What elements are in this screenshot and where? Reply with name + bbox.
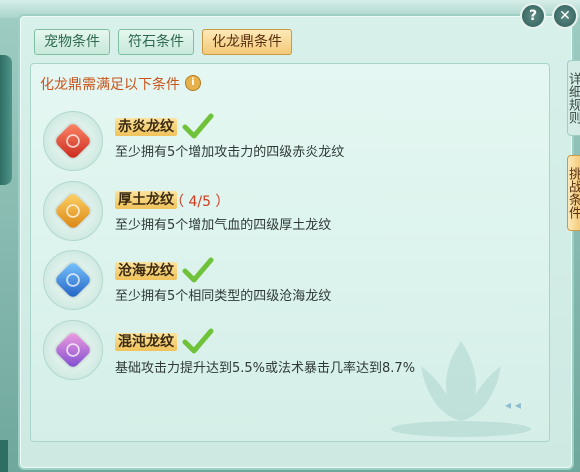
tab-rune-conditions[interactable]: 符石条件 xyxy=(118,29,194,55)
condition-title: 混沌龙纹 xyxy=(115,333,177,351)
condition-description: 至少拥有5个增加攻击力的四级赤炎龙纹 xyxy=(115,145,345,160)
info-icon[interactable]: i xyxy=(185,75,201,91)
side-tab-challenge-conditions[interactable]: 挑战条件 xyxy=(566,155,580,231)
tab-pet-conditions[interactable]: 宠物条件 xyxy=(34,29,110,55)
check-icon xyxy=(182,328,214,354)
close-button[interactable]: ✕ xyxy=(552,3,578,29)
conditions-content xyxy=(30,63,550,442)
condition-title: 厚土龙纹 xyxy=(115,191,177,209)
conditions-heading: 化龙鼎需满足以下条件 xyxy=(40,77,180,93)
side-tab-detailed-rules[interactable]: 详细规则 xyxy=(566,60,580,136)
condition-description: 至少拥有5个增加气血的四级厚土龙纹 xyxy=(115,218,332,233)
tab-dragon-cauldron-conditions[interactable]: 化龙鼎条件 xyxy=(202,29,292,55)
tab-bar: 宠物条件 符石条件 化龙鼎条件 xyxy=(34,29,292,55)
orange-dragon-gem-icon[interactable] xyxy=(43,181,103,241)
condition-title: 赤炎龙纹 xyxy=(115,118,177,136)
condition-progress: （ 4/5 ） xyxy=(170,194,230,210)
blue-dragon-gem-icon[interactable] xyxy=(43,250,103,310)
check-icon xyxy=(182,113,214,139)
condition-description: 基础攻击力提升达到5.5%或法术暴击几率达到8.7% xyxy=(115,361,416,376)
lotus-watermark xyxy=(391,341,531,437)
red-dragon-gem-icon[interactable] xyxy=(43,111,103,171)
left-side-panel-edge[interactable] xyxy=(0,55,12,185)
left-bottom-edge xyxy=(0,440,8,472)
help-button[interactable]: ? xyxy=(520,3,546,29)
check-icon xyxy=(182,257,214,283)
fish-decoration: ◂ ◂ xyxy=(505,398,521,412)
condition-description: 至少拥有5个相同类型的四级沧海龙纹 xyxy=(115,289,332,304)
purple-dragon-gem-icon[interactable] xyxy=(43,320,103,380)
condition-title: 沧海龙纹 xyxy=(115,262,177,280)
